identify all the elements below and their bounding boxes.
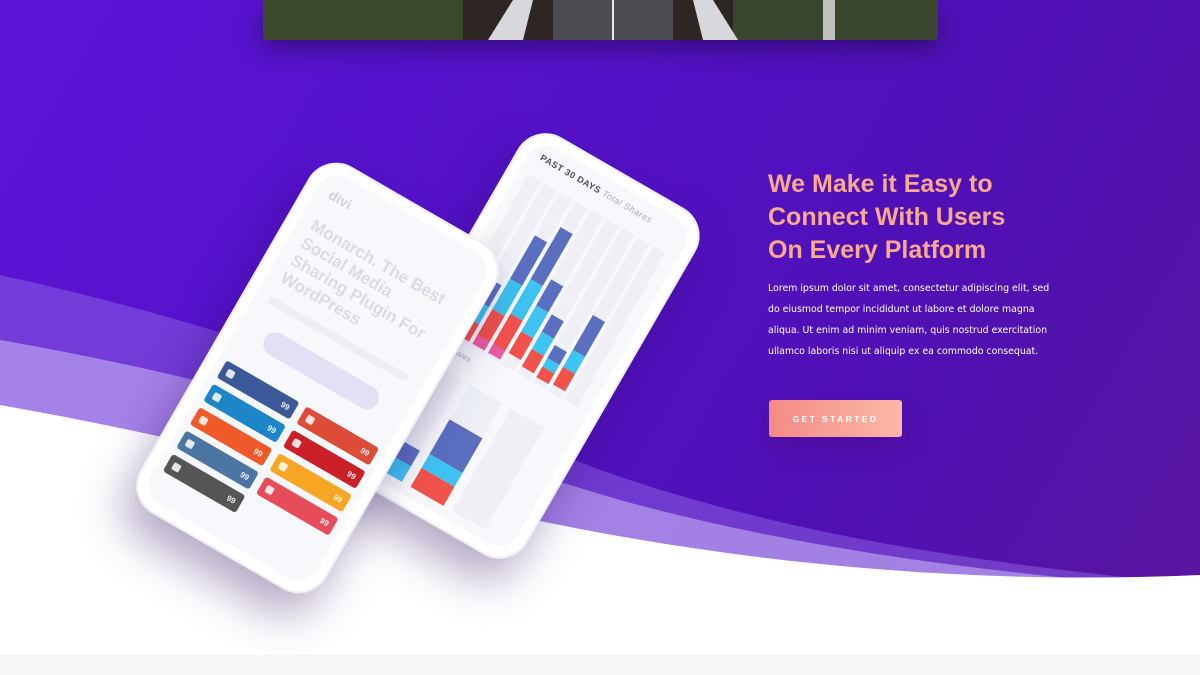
hero-road-image [263, 0, 938, 40]
divi-logo: divi [325, 186, 355, 213]
googleplus-icon [304, 414, 316, 426]
share-count: 99 [238, 469, 252, 482]
vk-icon [184, 438, 196, 450]
reddit-icon [197, 415, 209, 427]
hero-section: PAST 30 DAYS Total Shares divi Monarch. … [0, 0, 1200, 675]
headline-line-2: Connect With Users [768, 203, 1006, 231]
headline-line-3: On Every Platform [768, 236, 987, 264]
hero-body-text: Lorem ipsum dolor sit amet, consectetur … [768, 283, 1050, 357]
share-count: 99 [265, 422, 279, 436]
headline-line-1: We Make it Easy to [768, 170, 993, 198]
love-icon [264, 484, 276, 496]
share-count: 99 [345, 468, 358, 482]
share-count: 99 [318, 515, 331, 528]
share-count: 99 [358, 445, 372, 458]
share-count: 99 [279, 399, 292, 412]
tumblr-icon [277, 461, 289, 473]
get-started-button[interactable]: GET STARTED [769, 400, 902, 437]
next-section-edge [0, 655, 1200, 675]
email-icon [170, 461, 182, 473]
share-count: 99 [225, 493, 238, 506]
share-count: 99 [331, 492, 345, 505]
facebook-icon [224, 368, 236, 380]
share-count: 99 [252, 446, 265, 459]
pinterest-icon [291, 437, 303, 449]
linkedin-icon [211, 391, 223, 403]
hero-headline: We Make it Easy to Connect With Users On… [768, 168, 1068, 267]
